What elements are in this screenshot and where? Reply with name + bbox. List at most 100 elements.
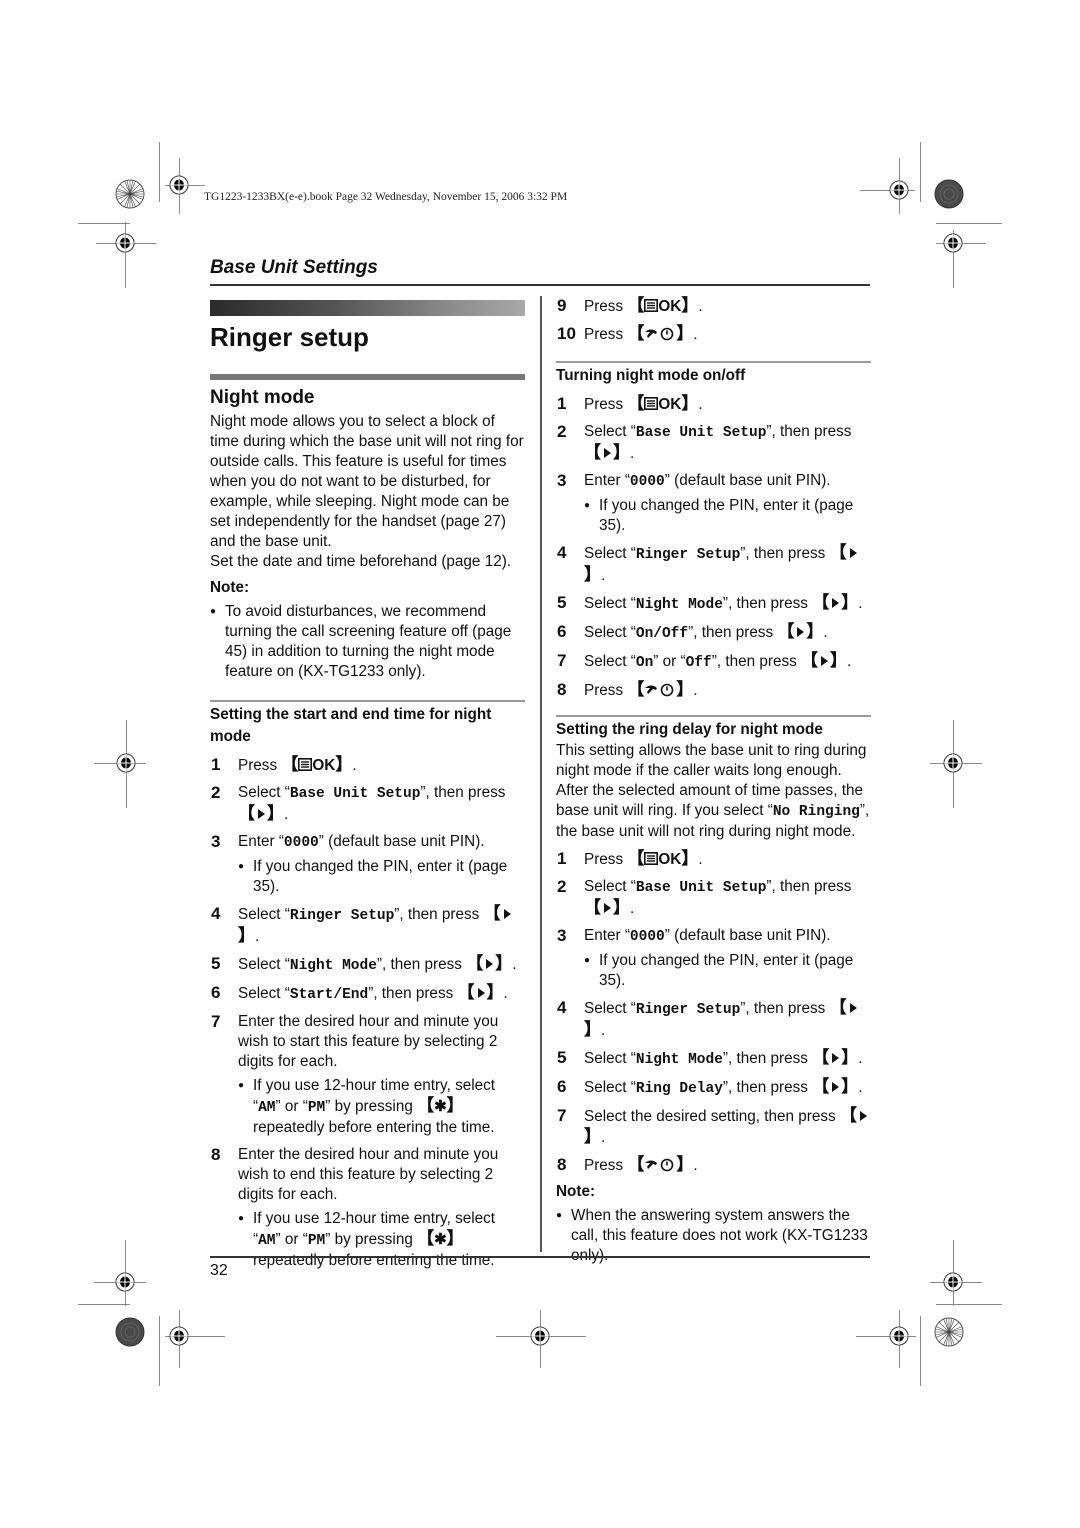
- step-number: 9: [557, 296, 567, 315]
- step-7: 7 Select the desired setting, then press …: [556, 1106, 871, 1148]
- registration-mark-icon: [169, 1326, 189, 1346]
- step-10: 10 Press 【】.: [557, 324, 698, 343]
- menu-item-text: 0000: [283, 835, 319, 851]
- registration-mark-icon: [943, 753, 963, 773]
- start-end-steps-continued: 9 Press 【OK】. 10 Press 【】.: [556, 296, 871, 345]
- registration-mark-icon: [889, 1326, 909, 1346]
- intro-paragraph: Night mode allows you to select a block …: [210, 413, 524, 550]
- step-bullet: If you changed the PIN, enter it (page 3…: [584, 496, 871, 536]
- menu-item-text: Off: [685, 655, 712, 671]
- right-key: 【】: [812, 1048, 859, 1067]
- menu-icon: [298, 758, 313, 771]
- step-1: 1 Press 【OK】.: [557, 849, 703, 868]
- section-divider: [556, 361, 871, 363]
- right-arrow-icon: [849, 1003, 857, 1013]
- hang-up-power-icon: [645, 327, 674, 341]
- right-column: 9 Press 【OK】. 10 Press 【】. Turning night mo…: [556, 296, 871, 1266]
- step-number: 1: [557, 849, 567, 868]
- step-number: 7: [557, 651, 567, 670]
- ring-delay-steps: 1 Press 【OK】. 2 Select “Base Unit Setup”, t…: [556, 849, 871, 1176]
- right-key: 【】: [457, 983, 504, 1002]
- step-6: 6 Select “Ring Delay”, then press 【】.: [557, 1077, 863, 1097]
- step-number: 4: [557, 998, 567, 1017]
- step-2: 2 Select “Base Unit Setup”, then press 【】…: [557, 877, 852, 917]
- star-icon: ✱: [434, 1231, 447, 1248]
- right-key: 【】: [812, 593, 859, 612]
- step-number: 6: [557, 1077, 567, 1096]
- step-3: 3Enter “0000” (default base unit PIN).If…: [556, 926, 871, 991]
- step-4: 4 Select “Ringer Setup”, then press 【】.: [556, 998, 871, 1041]
- on-off-title: Turning night mode on/off: [556, 367, 746, 384]
- menu-item-text: 0000: [629, 474, 665, 490]
- hang-up-power-icon: [645, 1158, 674, 1172]
- step-number: 7: [211, 1012, 221, 1031]
- right-arrow-icon: [486, 959, 494, 969]
- menu-icon: [644, 852, 659, 865]
- menu-item-text: Ringer Setup: [635, 547, 741, 563]
- ring-delay-description: This setting allows the base unit to rin…: [556, 742, 870, 840]
- menu-item-text: Ringer Setup: [635, 1002, 741, 1018]
- step-number: 2: [557, 422, 567, 441]
- step-number: 2: [211, 783, 221, 802]
- star-icon: ✱: [434, 1098, 447, 1115]
- color-dial-icon: [934, 1317, 964, 1347]
- star-key: 【✱】: [417, 1229, 464, 1248]
- prereq-text: Set the date and time beforehand (page 1…: [210, 553, 512, 570]
- step-number: 3: [557, 471, 567, 490]
- step-8: 8 Press 【】.: [557, 680, 698, 699]
- step-9: 9 Press 【OK】.: [557, 296, 703, 315]
- color-dial-dark-icon: [934, 179, 964, 209]
- right-arrow-icon: [832, 598, 840, 608]
- step-number: 5: [557, 1048, 567, 1067]
- step-5: 5 Select “Night Mode”, then press 【】.: [557, 1048, 863, 1068]
- step-8: 8 Press 【】.: [557, 1155, 698, 1174]
- step-number: 8: [211, 1145, 221, 1164]
- step-number: 1: [211, 755, 221, 774]
- registration-mark-icon: [115, 1272, 135, 1292]
- registration-mark-icon: [530, 1326, 550, 1346]
- step-2: 2 Select “Base Unit Setup”, then press 【】…: [557, 422, 852, 462]
- step-bullet: If you use 12-hour time entry, select “A…: [238, 1209, 525, 1271]
- print-info: TG1223-1233BX(e-e).book Page 32 Wednesda…: [204, 191, 568, 203]
- step-number: 6: [557, 622, 567, 641]
- right-key: 【】: [584, 443, 630, 462]
- right-key: 【】: [777, 622, 824, 641]
- menu-item-text: Night Mode: [289, 958, 377, 974]
- ring-delay-title: Setting the ring delay for night mode: [556, 721, 823, 738]
- step-number: 5: [557, 593, 567, 612]
- registration-mark-icon: [889, 180, 909, 200]
- title-bar: [210, 300, 525, 316]
- menu-item-text: Base Unit Setup: [635, 425, 767, 441]
- step-number: 2: [557, 877, 567, 896]
- menu-item-text: PM: [307, 1100, 326, 1116]
- step-6: 6 Select “On/Off”, then press 【】.: [557, 622, 828, 642]
- registration-mark-icon: [115, 233, 135, 253]
- right-key: 【】: [238, 804, 284, 823]
- registration-mark-icon: [116, 753, 136, 773]
- note-label: Note:: [210, 579, 250, 596]
- step-number: 1: [557, 394, 567, 413]
- step-bullet: If you changed the PIN, enter it (page 3…: [584, 951, 871, 991]
- step-1: 1 Press 【OK】.: [557, 394, 703, 413]
- off-key: 【】: [627, 324, 694, 343]
- right-key: 【】: [466, 954, 513, 973]
- off-key: 【】: [627, 680, 694, 699]
- menu-item-text: Ring Delay: [635, 1081, 723, 1097]
- right-arrow-icon: [849, 548, 857, 558]
- page-number: 32: [210, 1262, 228, 1279]
- menu-item-text: Night Mode: [635, 597, 723, 613]
- menu-ok-key: 【OK】: [627, 296, 699, 315]
- menu-icon: [644, 397, 659, 410]
- menu-item-text: Start/End: [289, 987, 369, 1003]
- step-number: 5: [211, 954, 221, 973]
- color-dial-icon: [115, 179, 145, 209]
- section-divider: [556, 715, 871, 717]
- menu-ok-key: 【OK】: [281, 755, 353, 774]
- menu-item-text: “No Ringing”: [767, 802, 865, 820]
- note-bullet: To avoid disturbances, we recommend turn…: [210, 602, 525, 682]
- right-arrow-icon: [258, 809, 265, 819]
- step-number: 10: [557, 324, 576, 343]
- right-arrow-icon: [832, 1082, 840, 1092]
- right-arrow-icon: [832, 1053, 840, 1063]
- step-bullet: If you changed the PIN, enter it (page 3…: [238, 857, 525, 897]
